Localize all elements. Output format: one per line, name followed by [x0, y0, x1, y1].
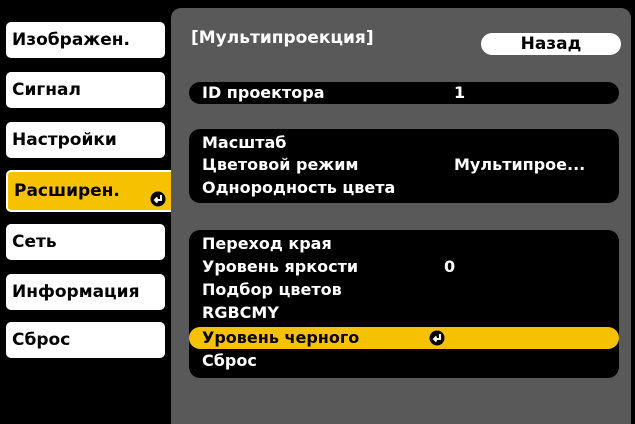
row-label: Подбор цветов — [202, 280, 342, 299]
row-label: Уровень яркости — [202, 257, 359, 276]
tab-reset[interactable]: Сброс — [6, 322, 165, 358]
menu-row-color-matching[interactable]: Подбор цветов — [189, 279, 619, 301]
row-value: Мультипрое... — [454, 155, 586, 174]
menu-row-projector-id[interactable]: ID проектора 1 — [189, 82, 619, 104]
menu-group-color: Масштаб Цветовой режим Мультипрое... Одн… — [189, 129, 619, 203]
menu-row-black-level[interactable]: Уровень черного — [189, 327, 619, 349]
row-label: Однородность цвета — [202, 178, 396, 197]
row-label: Уровень черного — [202, 328, 360, 347]
row-value: 0 — [444, 257, 456, 276]
menu-row-edge-blending[interactable]: Переход края — [189, 233, 619, 255]
menu-row-brightness-level[interactable]: Уровень яркости 0 — [189, 256, 619, 278]
tab-label: Сигнал — [12, 80, 81, 100]
tab-label: Изображен. — [12, 30, 130, 50]
tab-extended[interactable]: Расширен. — [6, 170, 176, 212]
menu-group-id: ID проектора 1 — [189, 82, 619, 104]
projector-menu-screen: Изображен. Сигнал Настройки Расширен. Се… — [0, 0, 635, 424]
tab-image[interactable]: Изображен. — [6, 22, 165, 58]
enter-icon — [150, 183, 166, 207]
menu-panel: [Мультипроекция] Назад ID проектора 1 Ма… — [171, 8, 631, 424]
tab-label: Настройки — [12, 130, 117, 150]
menu-row-rgbcmy[interactable]: RGBCMY — [189, 302, 619, 324]
row-label: Цветовой режим — [202, 155, 359, 174]
tab-label: Сброс — [12, 330, 71, 350]
menu-row-color-mode[interactable]: Цветовой режим Мультипрое... — [189, 154, 619, 176]
row-label: Сброс — [202, 351, 257, 370]
tab-information[interactable]: Информация — [6, 274, 165, 310]
row-label: Переход края — [202, 234, 332, 253]
tab-settings[interactable]: Настройки — [6, 122, 165, 158]
menu-group-blending: Переход края Уровень яркости 0 Подбор цв… — [189, 230, 619, 378]
row-label: RGBCMY — [202, 303, 279, 322]
tab-network[interactable]: Сеть — [6, 224, 165, 260]
tab-signal[interactable]: Сигнал — [6, 72, 165, 108]
menu-row-reset[interactable]: Сброс — [189, 350, 619, 372]
enter-icon — [429, 330, 445, 346]
row-label: ID проектора — [202, 83, 325, 102]
tab-label: Расширен. — [14, 181, 120, 201]
back-button[interactable]: Назад — [481, 33, 621, 55]
panel-title: [Мультипроекция] — [191, 28, 374, 48]
row-label: Масштаб — [202, 133, 287, 152]
tab-label: Информация — [12, 282, 140, 302]
row-value: 1 — [454, 83, 466, 102]
menu-row-color-uniformity[interactable]: Однородность цвета — [189, 177, 619, 199]
menu-row-scale[interactable]: Масштаб — [189, 132, 619, 154]
tab-label: Сеть — [12, 232, 57, 252]
